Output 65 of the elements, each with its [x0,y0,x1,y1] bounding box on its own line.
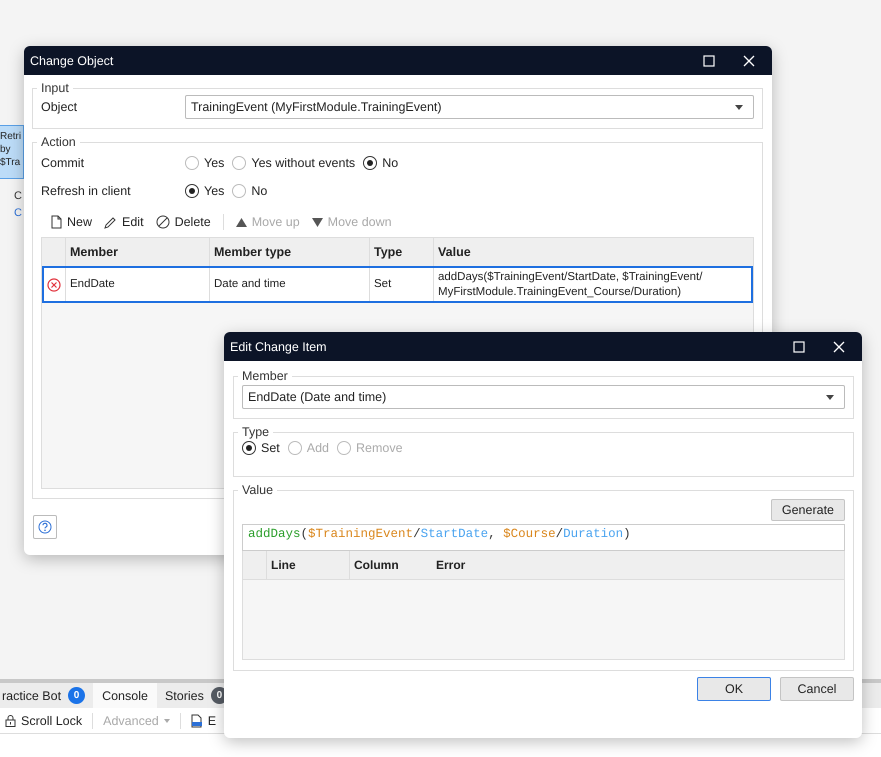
window-title: Change Object [30,54,114,68]
node-label: $Tra [0,156,22,169]
toolbar-button[interactable]: Edit [104,215,144,229]
error-icon [46,278,60,292]
field-label: Object [41,100,78,114]
lock-icon [5,714,16,727]
radio-option[interactable]: Yes [185,184,224,198]
close-icon[interactable] [743,54,755,66]
table-row[interactable]: EndDate Date and time Set addDays($TrainingEvent/StartDate, $TrainingEvent/ MyFirstModule.TrainingEvent_Course/Duration) [42,266,753,303]
column-header[interactable]: Value [434,238,753,266]
caret-icon [164,718,170,722]
maximize-icon[interactable] [703,54,715,66]
tab-label: ractice Bot [2,688,62,702]
activity-node[interactable]: Retri by $Tra [0,125,24,179]
group-legend: Value [238,483,278,497]
help-button[interactable] [33,515,57,539]
expression-editor[interactable]: addDays($TrainingEvent/StartDate, $Course/Duration) [242,524,845,551]
toolbar-button[interactable]: E [190,714,216,728]
column-header[interactable]: Line [267,551,350,579]
table-cell: EndDate [66,266,210,303]
tab-label: Console [102,688,148,702]
delete-icon [156,215,170,229]
group-legend: Input [37,81,73,95]
node-label: by [0,143,12,156]
count-badge: 0 [68,687,86,704]
dropdown-arrow-icon [735,104,743,110]
window-title: Edit Change Item [230,340,327,354]
maximize-icon[interactable] [793,340,805,352]
object-dropdown[interactable]: TrainingEvent (MyFirstModule.TrainingEvent) [185,95,754,119]
radio-option[interactable]: Set [242,441,280,455]
down-triangle-icon [312,218,323,226]
radio-option[interactable]: Yes [185,156,224,170]
panel-tab[interactable]: ractice Bot 0 [0,683,94,708]
table-cell: Set [370,266,434,303]
caption-text: C [14,190,22,202]
group-legend: Action [37,135,80,149]
help-icon [38,520,52,534]
close-icon[interactable] [833,340,845,352]
field-label: Commit [41,156,86,170]
ok-button[interactable]: OK [697,677,771,701]
cancel-button[interactable]: Cancel [780,677,854,701]
tab-label: Stories [164,688,204,702]
node-label: Retri [0,130,22,143]
panel-tab[interactable]: Console [93,683,157,708]
toolbar-button[interactable]: Delete [156,215,211,229]
new-page-icon [51,215,62,229]
member-dropdown[interactable]: EndDate (Date and time) [242,385,845,409]
caption-text: C [14,207,22,219]
toolbar-button[interactable]: Scroll Lock [5,714,82,728]
table-cell-text: addDays($TrainingEvent/StartDate, $TrainingEvent/ MyFirstModule.TrainingEvent_Course/Duration) [437,270,704,300]
pencil-icon [104,216,118,228]
csv-file-icon [190,714,203,728]
radio-option[interactable]: No [232,184,268,198]
group-legend: Member [238,369,292,383]
group-legend: Type [238,425,274,439]
generate-button[interactable]: Generate [770,499,845,521]
up-triangle-icon [236,218,247,226]
table-cell: Date and time [210,266,370,303]
column-header[interactable]: Error [432,551,470,579]
radio-option[interactable]: No [363,156,398,170]
toolbar-button[interactable]: New [51,215,92,229]
radio-option[interactable]: Yes without events [232,156,356,170]
dropdown-arrow-icon [826,394,834,400]
column-header[interactable]: Column [350,551,432,579]
field-label: Refresh in client [41,184,132,198]
